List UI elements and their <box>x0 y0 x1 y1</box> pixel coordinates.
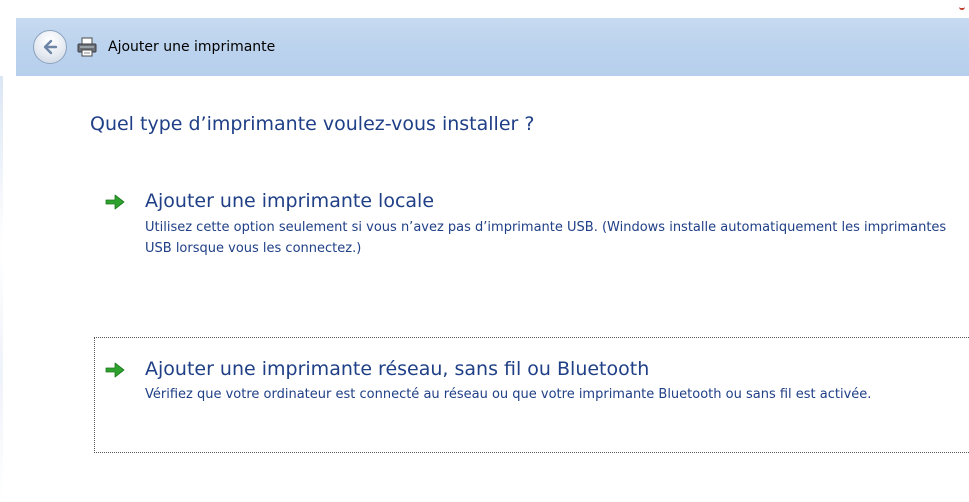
frame-strip <box>0 76 3 502</box>
window-left-frame <box>0 0 16 502</box>
option-description: Utilisez cette option seulement si vous … <box>145 220 947 256</box>
option-title: Ajouter une imprimante locale <box>145 190 435 212</box>
green-arrow-icon <box>105 362 125 378</box>
window-title: Ajouter une imprimante <box>108 39 276 55</box>
option-add-local-printer[interactable]: Ajouter une imprimante locale Utilisez c… <box>95 180 969 276</box>
back-button[interactable] <box>33 30 67 64</box>
option-add-network-printer[interactable]: Ajouter une imprimante réseau, sans fil … <box>94 337 969 453</box>
option-description: Vérifiez que votre ordinateur est connec… <box>145 387 872 402</box>
printer-icon <box>77 37 97 57</box>
back-arrow-icon <box>43 39 58 55</box>
option-title: Ajouter une imprimante réseau, sans fil … <box>145 358 650 380</box>
green-arrow-icon <box>105 194 125 210</box>
close-button-edge[interactable] <box>959 0 965 10</box>
page-heading: Quel type d’imprimante voulez-vous insta… <box>90 113 535 135</box>
add-printer-window: Ajouter une imprimante Quel type d’impri… <box>0 0 969 502</box>
title-bar: Ajouter une imprimante <box>16 8 969 76</box>
